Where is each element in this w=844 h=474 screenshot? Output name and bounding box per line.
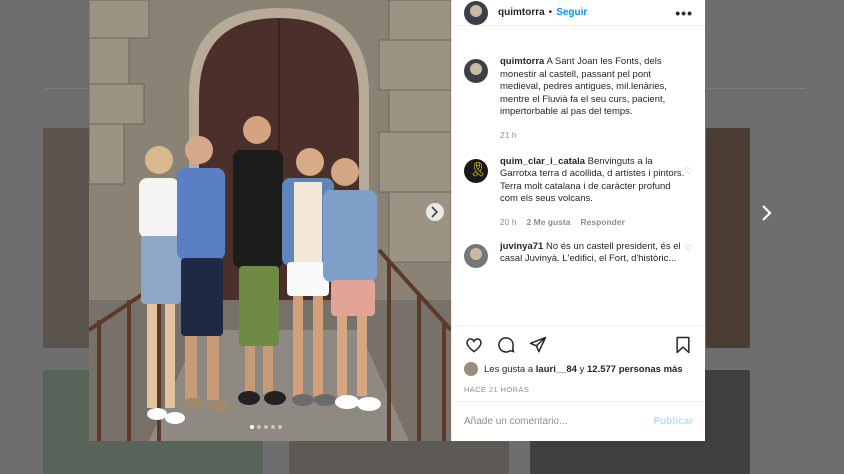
post-timestamp[interactable]: HACE 21 HORAS xyxy=(464,385,693,394)
post-sidebar: quimtorra • Seguir ••• quimtorra A Sant … xyxy=(451,0,705,441)
post-modal: quimtorra • Seguir ••• quimtorra A Sant … xyxy=(89,0,705,441)
likes-connector: y xyxy=(579,363,585,375)
reply-button[interactable]: Responder xyxy=(580,216,624,229)
comment-username[interactable]: quim_clar_i_catala xyxy=(500,156,585,167)
publish-button[interactable]: Publicar xyxy=(654,416,693,427)
comment-time[interactable]: 21 h xyxy=(500,129,517,142)
like-comment-heart-icon[interactable]: ♡ xyxy=(685,166,693,229)
likes-prefix: Les gusta a xyxy=(484,363,534,375)
next-post-chevron-right-icon[interactable] xyxy=(756,203,776,223)
likes-count[interactable]: 12.577 personas más xyxy=(587,364,683,375)
likes-summary[interactable]: Les gusta a lauri__84 y 12.577 personas … xyxy=(464,362,693,376)
post-photo[interactable] xyxy=(89,0,451,441)
comments-list[interactable]: quimtorra A Sant Joan les Fonts, dels mo… xyxy=(452,26,705,325)
post-actions: Les gusta a lauri__84 y 12.577 personas … xyxy=(452,325,705,401)
heart-icon[interactable] xyxy=(464,335,484,355)
comment-username[interactable]: juvinya71 xyxy=(500,241,543,252)
separator: • xyxy=(548,7,553,18)
comment-likes[interactable]: 2 Me gusta xyxy=(527,216,571,229)
author-avatar[interactable] xyxy=(464,0,488,25)
author-avatar[interactable] xyxy=(464,59,488,83)
comment-input[interactable] xyxy=(464,416,654,427)
feed-thumbnail[interactable] xyxy=(706,128,750,348)
author-username[interactable]: quimtorra xyxy=(498,7,545,18)
add-comment-bar: Publicar xyxy=(452,401,705,441)
feed-thumbnail[interactable] xyxy=(43,128,89,348)
comment-icon[interactable] xyxy=(496,335,516,355)
share-icon[interactable] xyxy=(528,335,548,355)
more-options-icon[interactable]: ••• xyxy=(675,5,693,21)
comment-username[interactable]: quimtorra xyxy=(500,56,544,67)
comment-time[interactable]: 20 h xyxy=(500,216,517,229)
liker-avatar xyxy=(464,362,478,376)
caption: quimtorra A Sant Joan les Fonts, dels mo… xyxy=(464,56,693,142)
post-header: quimtorra • Seguir ••• xyxy=(452,0,705,26)
commenter-avatar[interactable] xyxy=(464,243,488,268)
liker-username[interactable]: lauri__84 xyxy=(536,364,577,375)
feed-divider xyxy=(706,88,806,89)
comment-item: juvinya71 No és un castell president, és… xyxy=(464,241,693,268)
comment-item: quim_clar_i_catala Benvinguts a la Garro… xyxy=(464,156,693,229)
feed-thumbnail[interactable] xyxy=(289,441,509,474)
like-comment-heart-icon[interactable]: ♡ xyxy=(685,243,693,268)
commenter-avatar[interactable] xyxy=(464,158,488,183)
bookmark-icon[interactable] xyxy=(673,335,693,355)
follow-button[interactable]: Seguir xyxy=(556,7,587,18)
